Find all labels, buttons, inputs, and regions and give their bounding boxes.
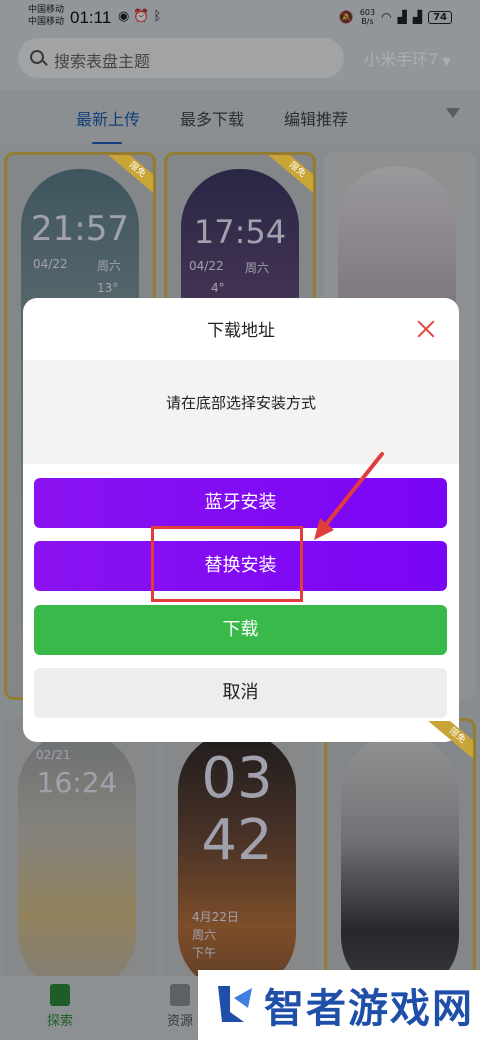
dialog-title: 下载地址	[207, 321, 275, 341]
download-button[interactable]: 下载	[34, 605, 447, 655]
highlight-box	[151, 526, 303, 602]
cancel-button[interactable]: 取消	[34, 668, 447, 718]
dialog-message: 请在底部选择安装方式	[165, 394, 316, 412]
watermark: 智者游戏网	[198, 970, 480, 1040]
dialog-message-area: 请在底部选择安装方式	[23, 360, 459, 464]
annotation-arrow-icon	[314, 452, 384, 540]
watermark-text: 智者游戏网	[264, 986, 474, 1032]
watermark-logo-icon	[218, 986, 252, 1022]
close-icon[interactable]	[417, 320, 435, 338]
